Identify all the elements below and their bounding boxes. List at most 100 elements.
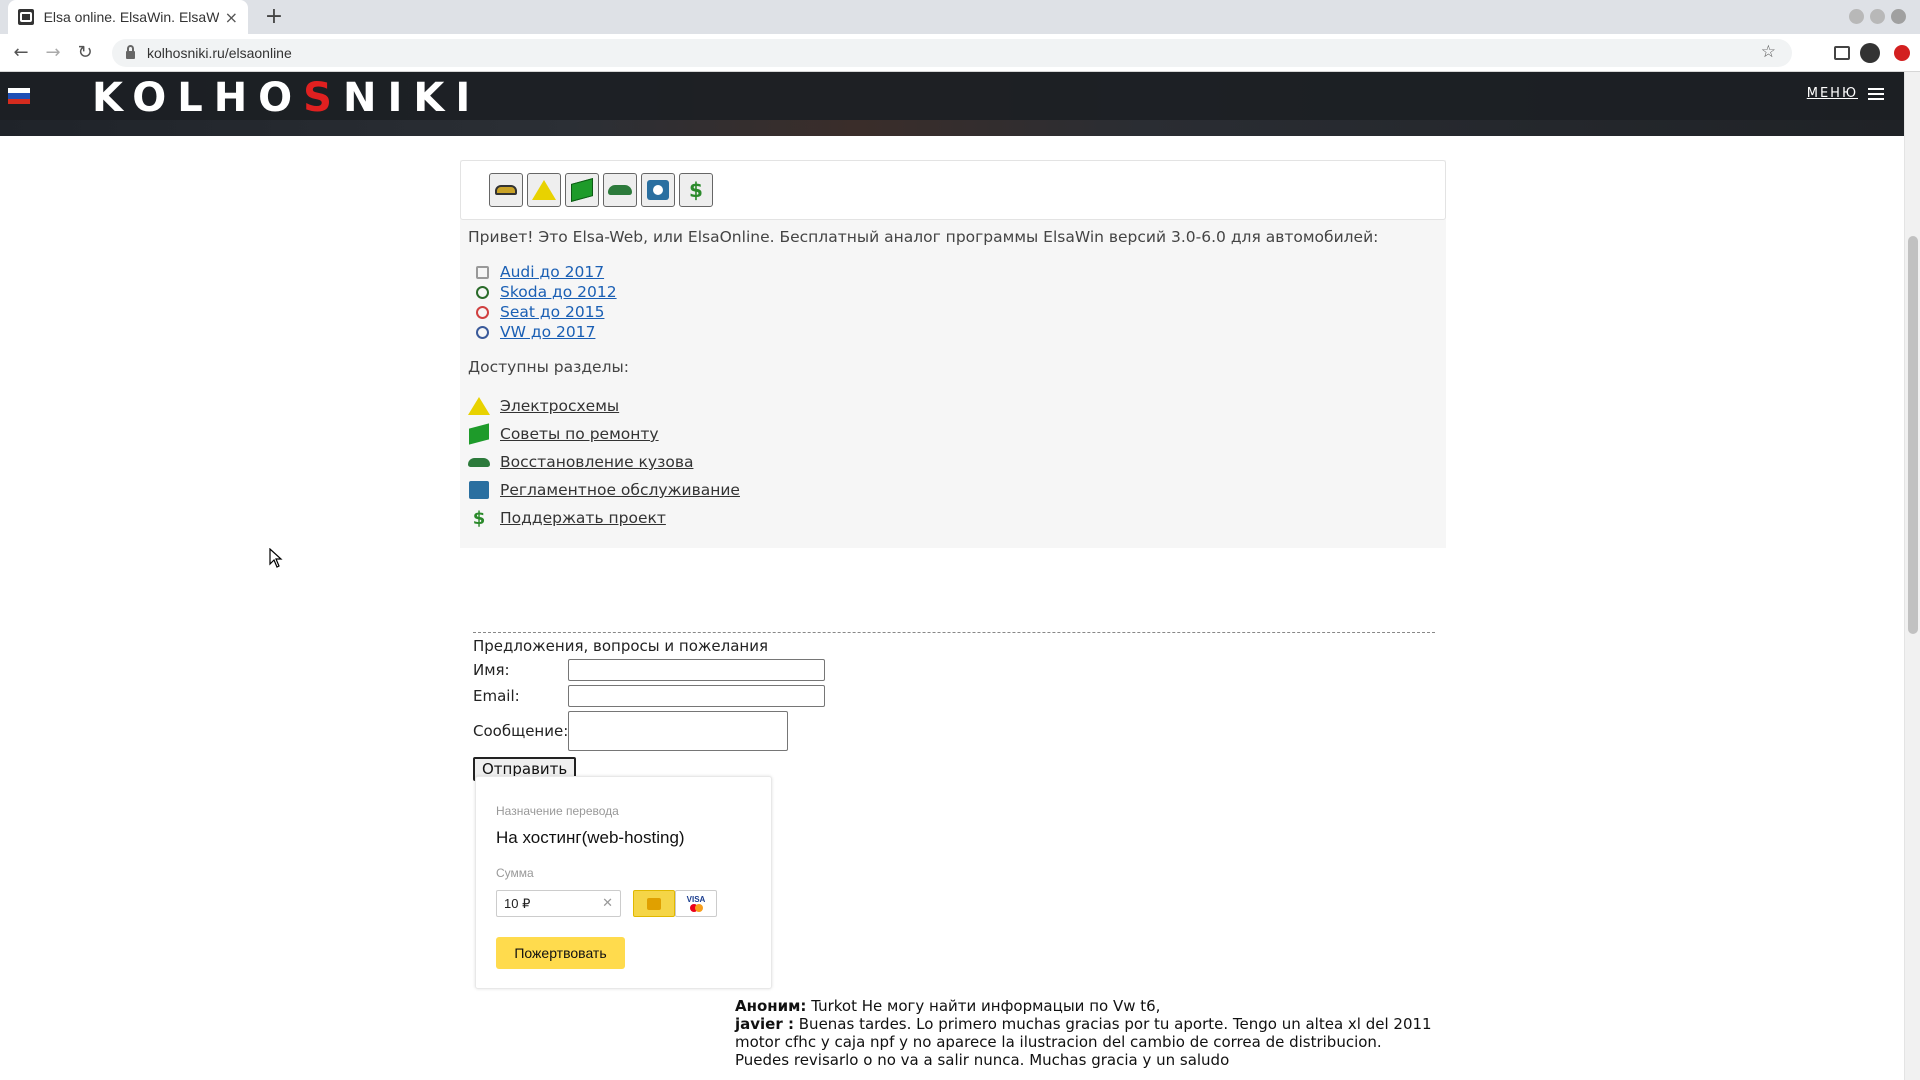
amount-input[interactable]: 10 ₽ ✕ bbox=[496, 890, 621, 917]
card-payment-option[interactable]: VISA bbox=[675, 890, 717, 917]
site-favicon-icon bbox=[18, 9, 34, 25]
back-arrow-icon[interactable]: ← bbox=[8, 41, 34, 67]
email-label: Email: bbox=[473, 687, 520, 705]
site-logo[interactable]: KOLHOSNIKI bbox=[92, 75, 481, 121]
warning-triangle-icon bbox=[468, 396, 490, 416]
list-item: Регламентное обслуживание bbox=[468, 476, 740, 504]
green-book-icon[interactable] bbox=[565, 173, 599, 207]
wallet-payment-option[interactable] bbox=[633, 890, 675, 917]
car-body-icon[interactable] bbox=[603, 173, 637, 207]
url-text: kolhosniki.ru/elsaonline bbox=[147, 45, 292, 61]
donation-widget: Назначение перевода На хостинг(web-hosti… bbox=[475, 776, 772, 989]
scrollbar-thumb[interactable] bbox=[1908, 236, 1918, 634]
email-row: Email: bbox=[473, 683, 1435, 709]
icon-toolbar: $ bbox=[460, 160, 1446, 220]
logo-part-3: NIKI bbox=[342, 75, 482, 121]
reload-icon[interactable]: ↻ bbox=[72, 41, 98, 67]
russian-flag-icon[interactable] bbox=[8, 88, 30, 104]
list-item: Восстановление кузова bbox=[468, 448, 740, 476]
clear-icon[interactable]: ✕ bbox=[602, 895, 613, 911]
browser-tab-bar: Elsa online. ElsaWin. ElsaWeb × + bbox=[0, 0, 1920, 34]
maximize-button[interactable] bbox=[1870, 9, 1885, 24]
comment-author: Аноним: bbox=[735, 997, 807, 1015]
browser-toolbar: ← → ↻ kolhosniki.ru/elsaonline ☆ bbox=[0, 34, 1920, 72]
section-link-repair[interactable]: Советы по ремонту bbox=[500, 425, 659, 443]
forward-arrow-icon[interactable]: → bbox=[40, 41, 66, 67]
brand-list: Audi до 2017 Skoda до 2012 Seat до 2015 … bbox=[476, 262, 617, 342]
close-tab-icon[interactable]: × bbox=[225, 8, 238, 27]
brand-link-vw[interactable]: VW до 2017 bbox=[500, 323, 595, 341]
skoda-logo-icon bbox=[476, 285, 489, 299]
site-header: KOLHOSNIKI МЕНЮ bbox=[0, 72, 1904, 136]
message-field[interactable] bbox=[568, 711, 788, 751]
menu-label: МЕНЮ bbox=[1806, 86, 1858, 101]
audi-logo-icon bbox=[476, 265, 489, 279]
brand-link-audi[interactable]: Audi до 2017 bbox=[500, 263, 604, 281]
sections-label: Доступны разделы: bbox=[468, 358, 629, 376]
main-panel: $ Привет! Это Elsa-Web, или ElsaOnline. … bbox=[460, 160, 1446, 548]
message-label: Сообщение: bbox=[473, 722, 569, 740]
list-item: Skoda до 2012 bbox=[476, 282, 617, 302]
section-link-wiring[interactable]: Электросхемы bbox=[500, 397, 619, 415]
donate-hand-icon[interactable]: $ bbox=[679, 173, 713, 207]
list-item: Электросхемы bbox=[468, 392, 740, 420]
service-book-icon bbox=[468, 480, 490, 500]
comment-text: Buenas tardes. Lo primero muchas gracias… bbox=[735, 1015, 1432, 1069]
lock-icon bbox=[126, 45, 135, 59]
brand-link-seat[interactable]: Seat до 2015 bbox=[500, 303, 604, 321]
intro-text: Привет! Это Elsa-Web, или ElsaOnline. Бе… bbox=[468, 228, 1379, 246]
purpose-value: На хостинг(web-hosting) bbox=[496, 828, 685, 847]
car-body-icon bbox=[468, 452, 490, 472]
donate-hand-icon: $ bbox=[472, 507, 486, 529]
header-bar: KOLHOSNIKI МЕНЮ bbox=[0, 72, 1904, 121]
feedback-form: Предложения, вопросы и пожелания Имя: Em… bbox=[473, 632, 1435, 781]
email-field[interactable] bbox=[568, 685, 825, 707]
visa-logo: VISA bbox=[686, 895, 706, 904]
section-link-donate[interactable]: Поддержать проект bbox=[500, 509, 666, 527]
new-tab-button[interactable]: + bbox=[260, 4, 288, 30]
section-link-service[interactable]: Регламентное обслуживание bbox=[500, 481, 740, 499]
name-field[interactable] bbox=[568, 659, 825, 681]
sections-list: Электросхемы Советы по ремонту Восстанов… bbox=[468, 392, 740, 532]
seat-logo-icon bbox=[476, 305, 489, 319]
window-controls bbox=[1849, 9, 1906, 24]
list-item: $ Поддержать проект bbox=[468, 504, 740, 532]
extension-icon[interactable] bbox=[1894, 45, 1910, 61]
donate-button[interactable]: Пожертвовать bbox=[496, 937, 625, 969]
comment-item: Аноним: Turkot Не могу найти информацыи … bbox=[735, 997, 1435, 1015]
wallet-icon bbox=[647, 897, 661, 910]
service-book-icon[interactable] bbox=[641, 173, 675, 207]
comment-item: javier : Buenas tardes. Lo primero mucha… bbox=[735, 1015, 1435, 1069]
address-bar[interactable]: kolhosniki.ru/elsaonline ☆ bbox=[112, 39, 1792, 67]
comment-author: javier : bbox=[735, 1015, 794, 1033]
comment-text: Turkot Не могу найти информацыи по Vw t6… bbox=[811, 997, 1161, 1015]
brand-link-skoda[interactable]: Skoda до 2012 bbox=[500, 283, 617, 301]
logo-part-red: S bbox=[303, 75, 343, 121]
page-scrollbar[interactable] bbox=[1904, 72, 1920, 1080]
hamburger-icon bbox=[1868, 87, 1884, 100]
menu-button[interactable]: МЕНЮ bbox=[1807, 86, 1884, 101]
minimize-button[interactable] bbox=[1849, 9, 1864, 24]
list-item: Советы по ремонту bbox=[468, 420, 740, 448]
tab-title: Elsa online. ElsaWin. ElsaWeb bbox=[43, 9, 219, 25]
browser-tab[interactable]: Elsa online. ElsaWin. ElsaWeb × bbox=[8, 0, 248, 34]
name-label: Имя: bbox=[473, 661, 510, 679]
amount-label: Сумма bbox=[496, 866, 534, 880]
list-item: Audi до 2017 bbox=[476, 262, 617, 282]
close-window-button[interactable] bbox=[1891, 9, 1906, 24]
list-item: Seat до 2015 bbox=[476, 302, 617, 322]
reading-list-icon[interactable] bbox=[1834, 46, 1850, 60]
bookmark-star-icon[interactable]: ☆ bbox=[1761, 42, 1776, 62]
vw-logo-icon bbox=[476, 325, 489, 339]
list-item: VW до 2017 bbox=[476, 322, 617, 342]
warning-triangle-icon[interactable] bbox=[527, 173, 561, 207]
purpose-label: Назначение перевода bbox=[496, 804, 619, 818]
green-book-icon bbox=[468, 423, 490, 445]
form-title: Предложения, вопросы и пожелания bbox=[473, 637, 769, 655]
message-row: Сообщение: bbox=[473, 709, 1435, 753]
profile-avatar-icon[interactable] bbox=[1860, 43, 1880, 63]
amount-value: 10 ₽ bbox=[504, 896, 531, 911]
section-link-body[interactable]: Восстановление кузова bbox=[500, 453, 693, 471]
car-icon[interactable] bbox=[489, 173, 523, 207]
name-row: Имя: bbox=[473, 657, 1435, 683]
